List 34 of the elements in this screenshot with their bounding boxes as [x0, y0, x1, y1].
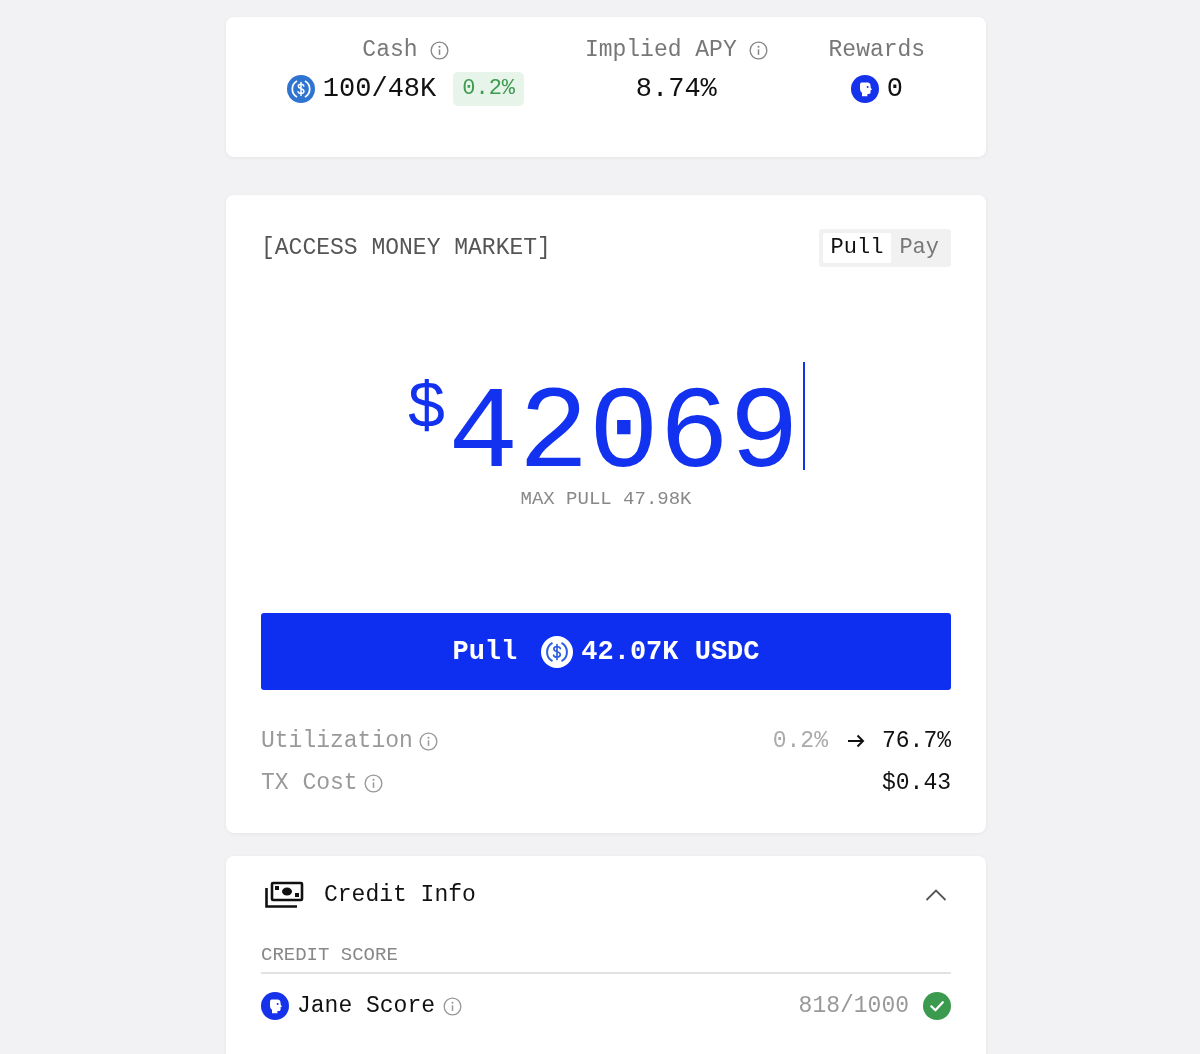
banknote-icon: [264, 881, 304, 910]
mode-tab[interactable]: Pull: [822, 233, 892, 263]
detail-label: TX Cost: [261, 770, 358, 797]
info-icon[interactable]: [363, 773, 383, 793]
score-value: 818/1000: [798, 993, 909, 1020]
avatar-icon: [850, 75, 879, 103]
stat-label: Implied APY: [584, 37, 737, 63]
arrow-right-icon: [846, 733, 866, 750]
stat-label: Rewards: [828, 37, 926, 63]
info-icon[interactable]: [418, 731, 438, 751]
detail-value: 0.2%: [772, 728, 828, 755]
mode-tab[interactable]: Pay: [891, 233, 947, 263]
stat-value: 8.74%: [635, 73, 717, 106]
stat-value: 0: [886, 73, 903, 106]
stat-label: Cash: [362, 37, 418, 63]
section-label: CREDIT SCORE: [261, 944, 399, 967]
change-badge: 0.2%: [453, 72, 525, 106]
detail-label: Utilization: [261, 728, 413, 755]
amount-field[interactable]: $42069: [406, 362, 806, 489]
avatar-icon: [261, 992, 289, 1021]
max-pull-note: MAX PULL 47.98K: [520, 488, 692, 511]
info-icon[interactable]: [429, 40, 449, 60]
section-title: Credit Info: [324, 882, 476, 909]
info-icon[interactable]: [443, 996, 463, 1016]
dollar-coin-icon: [286, 75, 315, 103]
info-icon[interactable]: [748, 40, 768, 60]
pull-button[interactable]: Pull 42.07K USDC: [261, 613, 951, 691]
dollar-coin-icon: [541, 635, 574, 668]
score-label: Jane Score: [297, 993, 436, 1020]
detail-value: $0.43: [882, 770, 951, 797]
detail-value: 76.7%: [882, 728, 951, 755]
stat-value: 100/48K: [322, 73, 437, 106]
chevron-up-icon[interactable]: [925, 889, 947, 902]
card-title: [ACCESS MONEY MARKET]: [261, 235, 551, 261]
